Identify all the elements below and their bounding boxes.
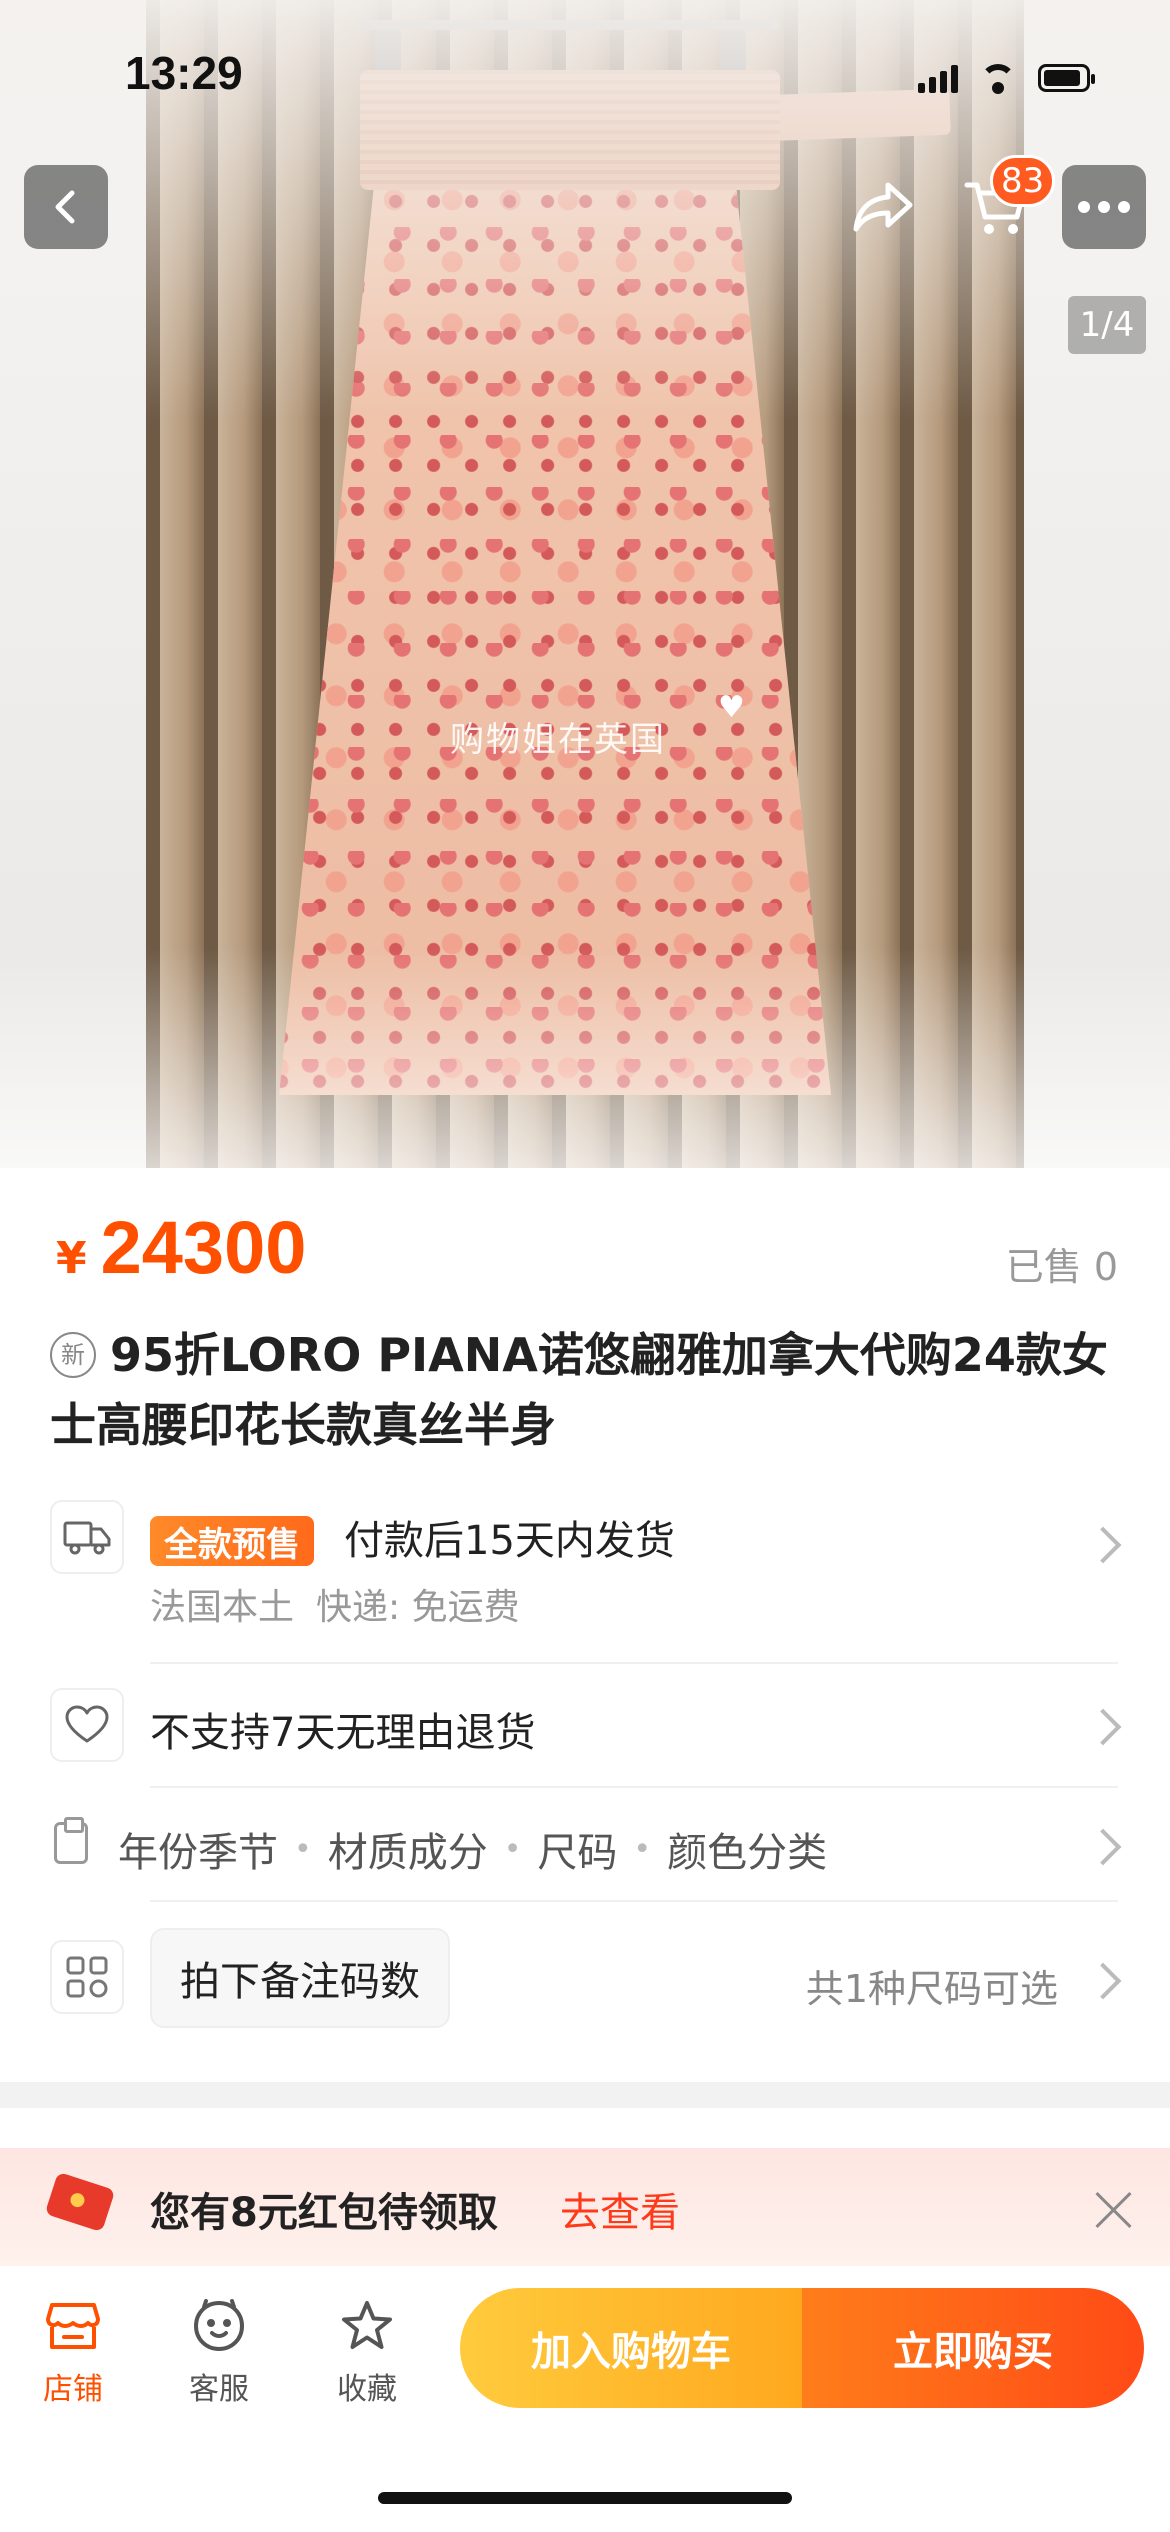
share-button[interactable] [842,165,926,249]
cart-count-badge: 83 [990,155,1056,207]
more-button[interactable] [1062,165,1146,249]
sold-count: 已售 0 [1005,1245,1118,1289]
shipping-courier: 快递: 免运费 [316,1587,520,1628]
tab-favorite-label: 收藏 [337,2372,397,2407]
shipping-time: 付款后15天内发货 [344,1518,675,1564]
attr-size: 尺码 [537,1830,618,1876]
star-icon [312,2296,422,2356]
size-note-chip[interactable]: 拍下备注码数 [150,1928,450,2028]
separator-dot: • [633,1831,652,1867]
tab-favorite[interactable]: 收藏 [312,2296,422,2408]
chevron-left-icon [55,190,75,224]
chevron-right-icon [1084,1962,1122,2000]
status-time: 13:29 [125,47,243,99]
product-title: 新 95折LORO PIANA诺悠翩雅加拿大代购24款女士高腰印花长款真丝半身 [50,1320,1120,1460]
tab-service-label: 客服 [189,2372,249,2407]
size-options-count: 共1种尺码可选 [805,1967,1058,2011]
heart-outline-icon [50,1688,124,1762]
clipboard-icon [54,1817,88,1864]
grid-icon [50,1940,124,2014]
coupon-text: 您有8元红包待领取 [150,2190,498,2236]
service-icon [164,2296,274,2356]
truck-icon [50,1500,124,1574]
battery-icon [1038,64,1095,92]
presale-badge: 全款预售 [150,1516,314,1566]
price: ¥ 24300 [56,1205,306,1290]
coupon-view-link[interactable]: 去查看 [560,2180,680,2238]
divider [150,1786,1118,1788]
attr-material: 材质成分 [327,1830,488,1876]
attr-season: 年份季节 [118,1830,278,1876]
shipping-origin: 法国本土 [150,1587,295,1628]
store-icon [18,2296,128,2356]
tab-service[interactable]: 客服 [164,2296,274,2408]
image-bottom-fade [0,948,1170,1168]
chevron-right-icon [1084,1708,1122,1746]
image-pager: 1/4 [1068,296,1146,354]
divider [150,1900,1118,1902]
home-indicator[interactable] [378,2492,792,2504]
attr-color: 颜色分类 [667,1830,828,1876]
product-title-text: 95折LORO PIANA诺悠翩雅加拿大代购24款女士高腰印花长款真丝半身 [50,1328,1108,1452]
price-value: 24300 [100,1206,307,1289]
wifi-icon [976,62,1020,94]
separator-dot: • [294,1831,312,1867]
image-watermark: 购物姐在英国 [450,720,666,760]
more-dots-icon [1078,201,1130,213]
add-to-cart-button[interactable]: 加入购物车 [460,2288,802,2408]
new-badge: 新 [50,1331,96,1378]
buy-now-button[interactable]: 立即购买 [802,2288,1144,2408]
divider [150,1662,1118,1664]
close-icon[interactable] [1092,2188,1136,2232]
chevron-right-icon [1084,1828,1122,1866]
chevron-right-icon [1084,1526,1122,1564]
tab-store[interactable]: 店铺 [18,2296,128,2408]
shipping-details: 法国本土 快递: 免运费 [150,1578,542,1630]
attribute-list: 年份季节 • 材质成分 • 尺码 • 颜色分类 [118,1820,827,1878]
tab-store-label: 店铺 [43,2372,103,2407]
back-button[interactable] [24,165,108,249]
separator-dot: • [503,1831,522,1867]
currency-symbol: ¥ [56,1233,87,1284]
return-policy: 不支持7天无理由退货 [150,1710,536,1756]
signal-icon [918,63,958,93]
status-icons [918,58,1095,98]
heart-icon: ♥ [718,690,745,725]
share-icon [853,182,913,232]
section-gap [0,2082,1170,2108]
